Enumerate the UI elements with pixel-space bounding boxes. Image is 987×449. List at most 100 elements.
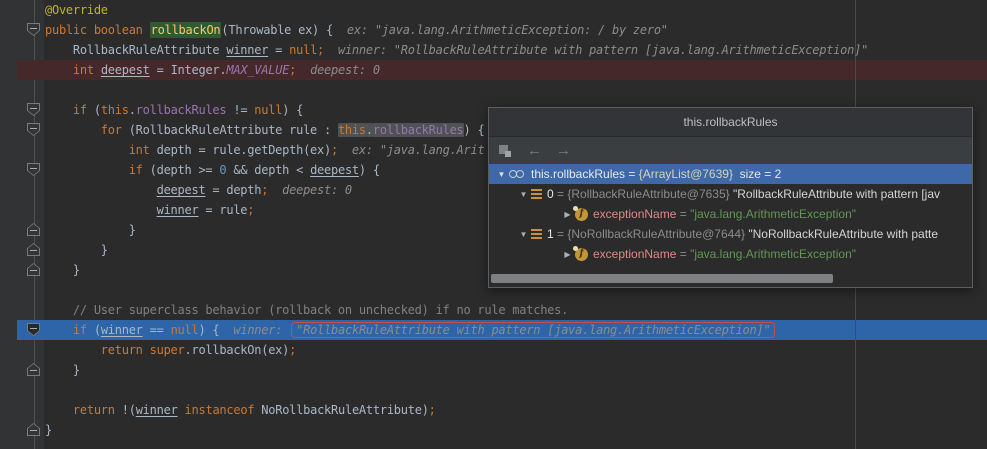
code-token: } xyxy=(45,223,136,237)
variable-text: {RollbackRuleAttribute@7635} xyxy=(567,187,733,201)
variable-text: exceptionName xyxy=(593,247,677,261)
code-token: // User superclass behavior (rollback on… xyxy=(45,303,569,317)
array-element-icon xyxy=(531,229,542,239)
code-token: ) { xyxy=(463,123,485,137)
fold-marker-icon[interactable] xyxy=(27,223,40,236)
code-token: rollbackRules xyxy=(135,103,227,117)
code-token: if xyxy=(72,103,87,117)
popup-horizontal-scrollbar[interactable] xyxy=(491,274,833,283)
code-line[interactable] xyxy=(0,80,987,100)
code-token: "RollbackRuleAttribute with pattern [jav… xyxy=(291,322,776,338)
code-token: int xyxy=(72,63,94,77)
fold-marker-icon[interactable] xyxy=(27,323,40,336)
code-token: for xyxy=(100,123,122,137)
code-line[interactable] xyxy=(0,440,987,449)
code-token: if xyxy=(128,163,143,177)
code-token: deepest xyxy=(100,63,150,77)
code-token: !( xyxy=(114,403,136,417)
code-token: ; xyxy=(428,403,436,417)
code-token: deepest: 0 xyxy=(268,183,352,197)
code-token: winner xyxy=(156,203,199,217)
variable-tree-row[interactable]: ▼ 1 = {NoRollbackRuleAttribute@7644} "NoR… xyxy=(489,224,972,244)
variable-text: "java.lang.ArithmeticException" xyxy=(690,207,857,221)
field-icon: f xyxy=(573,245,588,261)
code-token: ) { xyxy=(358,163,380,177)
code-token: ; xyxy=(317,43,325,57)
code-token: (Throwable ex) { xyxy=(221,23,333,37)
code-token: null xyxy=(289,43,318,57)
fold-marker-icon[interactable] xyxy=(27,243,40,256)
code-token: = depth xyxy=(205,183,262,197)
code-token: this xyxy=(100,103,129,117)
fold-marker-icon[interactable] xyxy=(27,263,40,276)
chevron-down-icon[interactable]: ▼ xyxy=(516,190,531,199)
fold-marker-icon[interactable] xyxy=(27,23,40,36)
chevron-down-icon[interactable]: ▼ xyxy=(494,170,509,179)
fold-marker-icon[interactable] xyxy=(27,363,40,376)
code-token: winner: "RollbackRuleAttribute with patt… xyxy=(324,43,869,57)
variable-text: "java.lang.ArithmeticException" xyxy=(690,247,857,261)
code-token: int xyxy=(128,143,150,157)
fold-marker-icon[interactable] xyxy=(27,123,40,136)
code-line[interactable]: return !(winner instanceof NoRollbackRul… xyxy=(0,400,987,420)
code-line[interactable]: } xyxy=(0,420,987,440)
debugger-evaluate-popup[interactable]: this.rollbackRules ← → ▼ this.rollbackRul… xyxy=(488,107,973,288)
code-token: winner: xyxy=(219,323,290,337)
code-line[interactable]: } xyxy=(0,360,987,380)
chevron-right-icon[interactable]: ▶ xyxy=(560,210,575,219)
code-token: instanceof xyxy=(184,403,255,417)
variable-text: this.rollbackRules = xyxy=(531,167,639,181)
code-token: winner xyxy=(100,323,143,337)
popup-toolbar: ← → xyxy=(489,137,972,164)
code-token: null xyxy=(170,323,199,337)
code-line[interactable]: int deepest = Integer.MAX_VALUE; deepest… xyxy=(0,60,987,80)
code-token: (depth >= xyxy=(142,163,220,177)
variable-tree-row[interactable]: ▶ f exceptionName = "java.lang.ArithmeticE… xyxy=(489,204,972,224)
variable-tree-row[interactable]: ▼ this.rollbackRules = {ArrayList@7639} s… xyxy=(489,164,972,184)
variable-tree-row[interactable]: ▶ f exceptionName = "java.lang.ArithmeticE… xyxy=(489,244,972,264)
code-line[interactable]: return super.rollbackOn(ex); xyxy=(0,340,987,360)
code-token: = Integer. xyxy=(149,63,227,77)
variable-tree-row[interactable]: ▼ 0 = {RollbackRuleAttribute@7635} "Rollb… xyxy=(489,184,972,204)
fold-marker-icon[interactable] xyxy=(27,163,40,176)
variable-text: exceptionName xyxy=(593,207,677,221)
code-line[interactable] xyxy=(0,380,987,400)
fold-marker-icon[interactable] xyxy=(27,423,40,436)
watch-icon xyxy=(509,169,526,179)
code-token: == xyxy=(142,323,171,337)
code-token: rollbackOn xyxy=(149,22,222,38)
code-token: ex: "java.lang.ArithmeticException: / by… xyxy=(332,23,668,37)
code-token: winner xyxy=(226,43,269,57)
code-token: ( xyxy=(86,103,101,117)
code-token: ; xyxy=(330,143,338,157)
variable-text: size = 2 xyxy=(732,167,782,181)
code-line[interactable]: public boolean rollbackOn(Throwable ex) … xyxy=(0,20,987,40)
ide-editor: @Override public boolean rollbackOn(Throw… xyxy=(0,0,987,449)
code-token: . xyxy=(365,123,373,137)
variable-text: {ArrayList@7639} xyxy=(638,167,733,181)
chevron-right-icon[interactable]: ▶ xyxy=(560,250,575,259)
code-line[interactable]: RollbackRuleAttribute winner = null; win… xyxy=(0,40,987,60)
code-line[interactable]: if (winner == null) { winner: "RollbackR… xyxy=(0,320,987,340)
forward-arrow-icon[interactable]: → xyxy=(556,137,571,164)
code-token: depth = rule.getDepth(ex) xyxy=(149,143,332,157)
code-line[interactable]: // User superclass behavior (rollback on… xyxy=(0,300,987,320)
fold-marker-icon[interactable] xyxy=(27,103,40,116)
variable-text: = xyxy=(553,227,568,241)
code-token: && depth < xyxy=(226,163,311,177)
code-token: deepest xyxy=(156,183,206,197)
chevron-down-icon[interactable]: ▼ xyxy=(516,230,531,239)
code-token: (RollbackRuleAttribute rule : xyxy=(121,123,338,137)
copy-value-icon[interactable] xyxy=(499,144,513,158)
code-line[interactable]: @Override xyxy=(0,0,987,20)
code-token: public boolean xyxy=(45,23,143,37)
back-arrow-icon[interactable]: ← xyxy=(527,137,542,164)
code-token: ) { xyxy=(198,323,220,337)
